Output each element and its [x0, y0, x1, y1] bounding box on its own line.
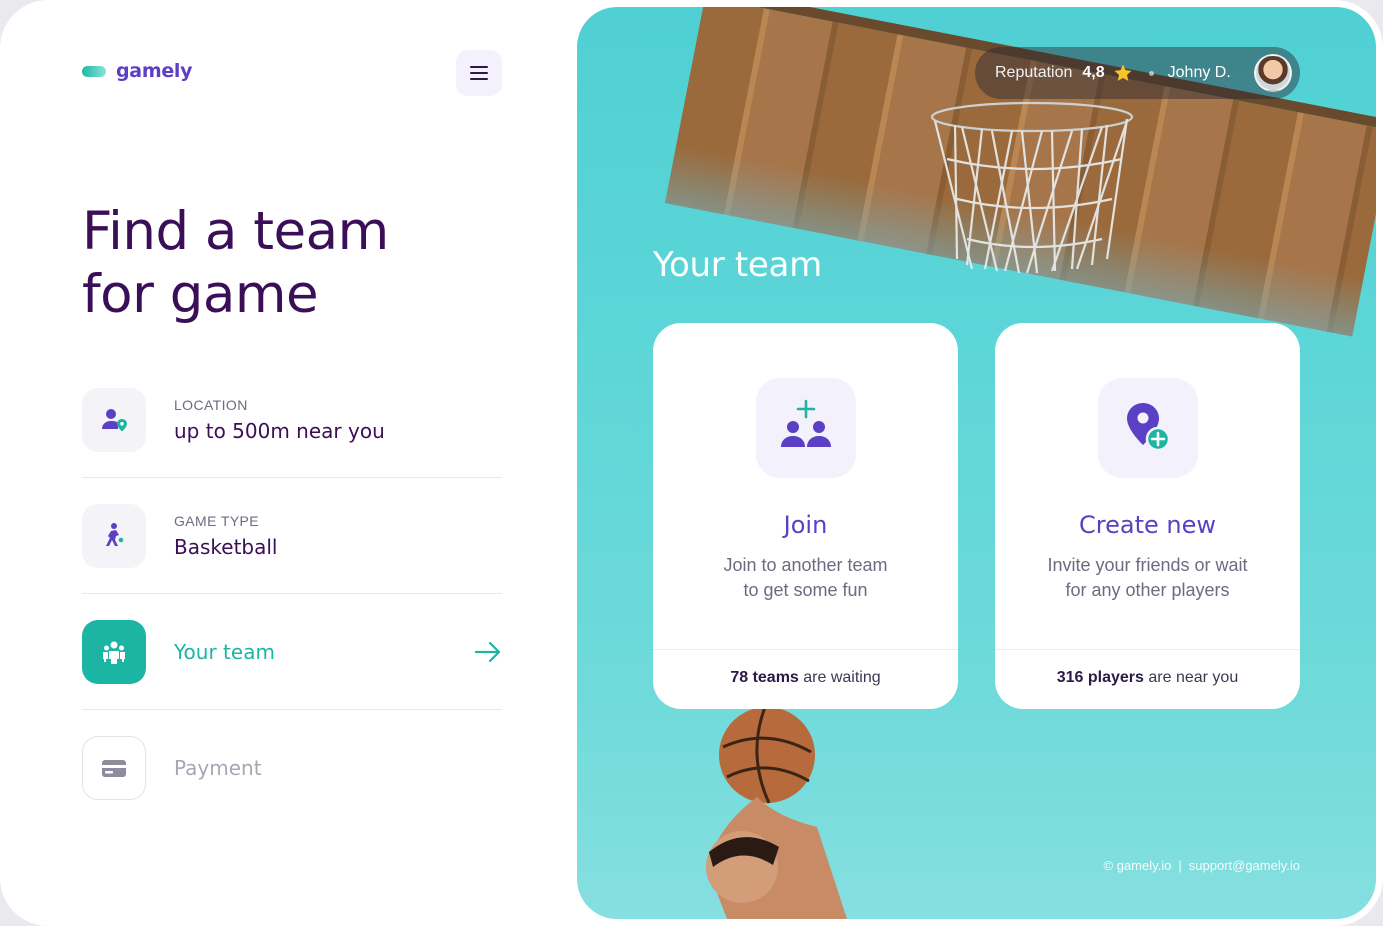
divider	[82, 709, 502, 710]
step-location-text: LOCATION up to 500m near you	[174, 397, 385, 443]
page-title-line-1: Find a team	[82, 201, 389, 262]
step-your-team-icon-box	[82, 620, 146, 684]
player-image	[706, 707, 847, 919]
card-divider	[995, 649, 1300, 650]
avatar[interactable]	[1254, 54, 1292, 92]
join-card-icon-box	[756, 378, 856, 478]
join-card[interactable]: Join Join to another team to get some fu…	[653, 323, 958, 709]
divider	[82, 477, 502, 478]
step-location-icon-box	[82, 388, 146, 452]
user-status-bar: Reputation 4,8 Johny D.	[975, 47, 1300, 99]
footer-email[interactable]: support@gamely.io	[1189, 858, 1300, 873]
join-card-description: Join to another team to get some fun	[683, 553, 928, 603]
step-location-label: LOCATION	[174, 397, 248, 413]
step-game-type-label: GAME TYPE	[174, 513, 260, 529]
step-your-team[interactable]: Your team	[82, 620, 502, 684]
create-card-icon-box	[1098, 378, 1198, 478]
basketball-net-image	[930, 101, 1134, 274]
page-title: Find a team for game	[82, 200, 389, 326]
create-card-title: Create new	[1079, 511, 1216, 539]
logo-text: gamely	[116, 60, 193, 82]
create-card-foot-text: are near you	[1148, 669, 1239, 686]
reputation-value: 4,8	[1082, 64, 1105, 81]
user-name[interactable]: Johny D.	[1168, 64, 1231, 82]
basketball-player-icon	[106, 523, 124, 546]
logo[interactable]: gamely	[82, 60, 193, 82]
footer: © gamely.io | support@gamely.io	[1104, 858, 1301, 873]
reputation-label: Reputation	[995, 64, 1073, 81]
logo-mark	[82, 65, 106, 77]
right-panel: Reputation 4,8 Johny D. Your team Join J…	[577, 7, 1376, 919]
divider	[82, 593, 502, 594]
step-game-type-value: Basketball	[174, 535, 278, 559]
step-location[interactable]: LOCATION up to 500m near you	[82, 388, 502, 452]
card-divider	[653, 649, 958, 650]
hamburger-icon	[470, 66, 488, 80]
team-icon	[103, 641, 125, 664]
step-payment[interactable]: Payment	[82, 736, 502, 800]
left-panel: gamely Find a team for game LOCATION up …	[0, 0, 577, 926]
step-payment-text: Payment	[174, 756, 262, 780]
create-card[interactable]: Create new Invite your friends or wait f…	[995, 323, 1300, 709]
join-card-desc-line-1: Join to another team	[723, 555, 888, 575]
app-frame: gamely Find a team for game LOCATION up …	[0, 0, 1383, 926]
step-location-value: up to 500m near you	[174, 419, 385, 443]
step-game-type[interactable]: GAME TYPE Basketball	[82, 504, 502, 568]
star-icon	[1114, 64, 1132, 81]
section-title: Your team	[653, 245, 822, 285]
add-group-icon	[781, 399, 831, 447]
footer-separator: |	[1178, 858, 1182, 873]
menu-button[interactable]	[456, 50, 502, 96]
join-card-count: 78 teams	[730, 669, 799, 686]
join-card-foot-text: are waiting	[803, 669, 881, 686]
join-card-desc-line-2: to get some fun	[743, 580, 868, 600]
step-payment-value: Payment	[174, 756, 262, 780]
footer-copyright[interactable]: © gamely.io	[1104, 858, 1172, 873]
add-location-icon	[1127, 403, 1171, 452]
step-payment-icon-box	[82, 736, 146, 800]
credit-card-icon	[102, 760, 126, 777]
page-title-line-2: for game	[82, 264, 319, 325]
step-game-type-text: GAME TYPE Basketball	[174, 513, 277, 559]
separator-dot	[1148, 70, 1154, 76]
step-your-team-value: Your team	[174, 640, 275, 664]
step-your-team-text: Your team	[174, 640, 275, 664]
arrow-right-icon[interactable]	[474, 640, 502, 664]
join-card-title: Join	[783, 511, 828, 539]
user-location-icon	[102, 409, 127, 432]
create-card-desc-line-2: for any other players	[1065, 580, 1230, 600]
step-game-type-icon-box	[82, 504, 146, 568]
create-card-footer: 316 players are near you	[995, 669, 1300, 687]
create-card-desc-line-1: Invite your friends or wait	[1047, 555, 1248, 575]
create-card-description: Invite your friends or wait for any othe…	[1025, 553, 1270, 603]
join-card-footer: 78 teams are waiting	[653, 669, 958, 687]
create-card-count: 316 players	[1056, 669, 1144, 686]
